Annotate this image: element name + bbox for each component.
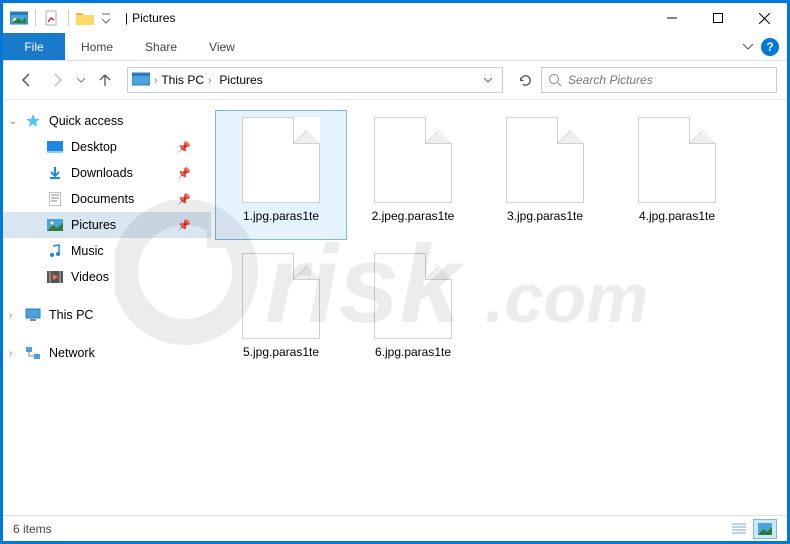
nav-pane: ⌄ Quick access Desktop 📌 Downloads 📌 [3, 100, 211, 515]
breadcrumb-pictures[interactable]: Pictures [215, 73, 266, 87]
sidebar-item-label: Quick access [49, 114, 123, 128]
tab-view[interactable]: View [193, 33, 251, 60]
file-name: 3.jpg.paras1te [503, 209, 587, 223]
sidebar-item-videos[interactable]: Videos [3, 264, 211, 290]
file-name: 2.jpeg.paras1te [368, 209, 459, 223]
back-button[interactable] [13, 66, 41, 94]
file-item[interactable]: 4.jpg.paras1te [611, 110, 743, 240]
documents-icon [47, 191, 63, 207]
sidebar-this-pc[interactable]: › This PC [3, 302, 211, 328]
file-name: 1.jpg.paras1te [239, 209, 323, 223]
close-button[interactable] [741, 3, 787, 33]
chevron-right-icon[interactable]: › [9, 310, 12, 321]
file-icon [374, 117, 452, 203]
sidebar-item-label: Videos [71, 270, 109, 284]
title-separator: | [125, 11, 128, 25]
pictures-icon [47, 217, 63, 233]
file-item[interactable]: 1.jpg.paras1te [215, 110, 347, 240]
chevron-right-icon[interactable]: › [208, 75, 211, 86]
search-icon [548, 73, 562, 87]
sidebar-network[interactable]: › Network [3, 340, 211, 366]
computer-icon [25, 307, 41, 323]
desktop-icon [47, 139, 63, 155]
file-icon [506, 117, 584, 203]
file-icon [242, 117, 320, 203]
sidebar-item-label: Downloads [71, 166, 133, 180]
chevron-right-icon[interactable]: › [9, 348, 12, 359]
properties-icon[interactable] [40, 7, 64, 29]
sidebar-item-documents[interactable]: Documents 📌 [3, 186, 211, 212]
ribbon-expand-icon[interactable] [743, 44, 753, 50]
up-button[interactable] [91, 66, 119, 94]
details-view-button[interactable] [727, 519, 751, 539]
sidebar-item-label: Documents [71, 192, 134, 206]
file-name: 4.jpg.paras1te [635, 209, 719, 223]
sidebar-item-label: Pictures [71, 218, 116, 232]
sidebar-item-music[interactable]: Music [3, 238, 211, 264]
sidebar-item-label: Desktop [71, 140, 117, 154]
sidebar-item-pictures[interactable]: Pictures 📌 [3, 212, 211, 238]
maximize-button[interactable] [695, 3, 741, 33]
file-tab[interactable]: File [3, 33, 65, 60]
app-icon[interactable] [7, 7, 31, 29]
sidebar-item-label: Music [71, 244, 104, 258]
search-input[interactable] [568, 73, 770, 87]
tab-share[interactable]: Share [129, 33, 193, 60]
location-icon [132, 71, 150, 89]
separator [35, 9, 36, 27]
sidebar-item-label: This PC [49, 308, 93, 322]
file-item[interactable]: 6.jpg.paras1te [347, 246, 479, 376]
pin-icon: 📌 [177, 141, 191, 154]
network-icon [25, 345, 41, 361]
downloads-icon [47, 165, 63, 181]
sidebar-quick-access[interactable]: ⌄ Quick access [3, 108, 211, 134]
sidebar-item-downloads[interactable]: Downloads 📌 [3, 160, 211, 186]
pin-icon: 📌 [177, 193, 191, 206]
separator [68, 9, 69, 27]
explorer-window: | Pictures File Home Share View ? [3, 3, 787, 541]
breadcrumb-this-pc[interactable]: This PC› [157, 73, 215, 87]
videos-icon [47, 269, 63, 285]
file-icon [638, 117, 716, 203]
tab-home[interactable]: Home [65, 33, 129, 60]
address-dropdown-icon[interactable] [478, 78, 498, 83]
icons-view-button[interactable] [753, 519, 777, 539]
sidebar-item-label: Network [49, 346, 95, 360]
status-bar: 6 items [3, 515, 787, 541]
address-bar[interactable]: › This PC› Pictures [127, 67, 503, 93]
file-icon [242, 253, 320, 339]
quick-access-toolbar [3, 7, 117, 29]
folder-icon[interactable] [73, 7, 97, 29]
file-name: 6.jpg.paras1te [371, 345, 455, 359]
status-count: 6 items [13, 522, 52, 536]
file-name: 5.jpg.paras1te [239, 345, 323, 359]
file-item[interactable]: 5.jpg.paras1te [215, 246, 347, 376]
refresh-button[interactable] [511, 67, 539, 93]
file-icon [374, 253, 452, 339]
recent-dropdown-icon[interactable] [73, 66, 89, 94]
navbar: › This PC› Pictures [3, 61, 787, 99]
help-icon[interactable]: ? [761, 38, 779, 56]
ribbon: File Home Share View ? [3, 33, 787, 61]
pin-icon: 📌 [177, 167, 191, 180]
window-title: Pictures [132, 11, 175, 25]
star-icon [25, 113, 41, 129]
minimize-button[interactable] [649, 3, 695, 33]
file-item[interactable]: 3.jpg.paras1te [479, 110, 611, 240]
qat-dropdown-icon[interactable] [99, 7, 113, 29]
file-list[interactable]: 1.jpg.paras1te 2.jpeg.paras1te 3.jpg.par… [211, 100, 787, 515]
body: ⌄ Quick access Desktop 📌 Downloads 📌 [3, 99, 787, 515]
forward-button[interactable] [43, 66, 71, 94]
music-icon [47, 243, 63, 259]
pin-icon: 📌 [177, 219, 191, 232]
titlebar: | Pictures [3, 3, 787, 33]
search-box[interactable] [541, 67, 777, 93]
window-controls [649, 3, 787, 33]
file-item[interactable]: 2.jpeg.paras1te [347, 110, 479, 240]
sidebar-item-desktop[interactable]: Desktop 📌 [3, 134, 211, 160]
chevron-down-icon[interactable]: ⌄ [9, 116, 17, 127]
